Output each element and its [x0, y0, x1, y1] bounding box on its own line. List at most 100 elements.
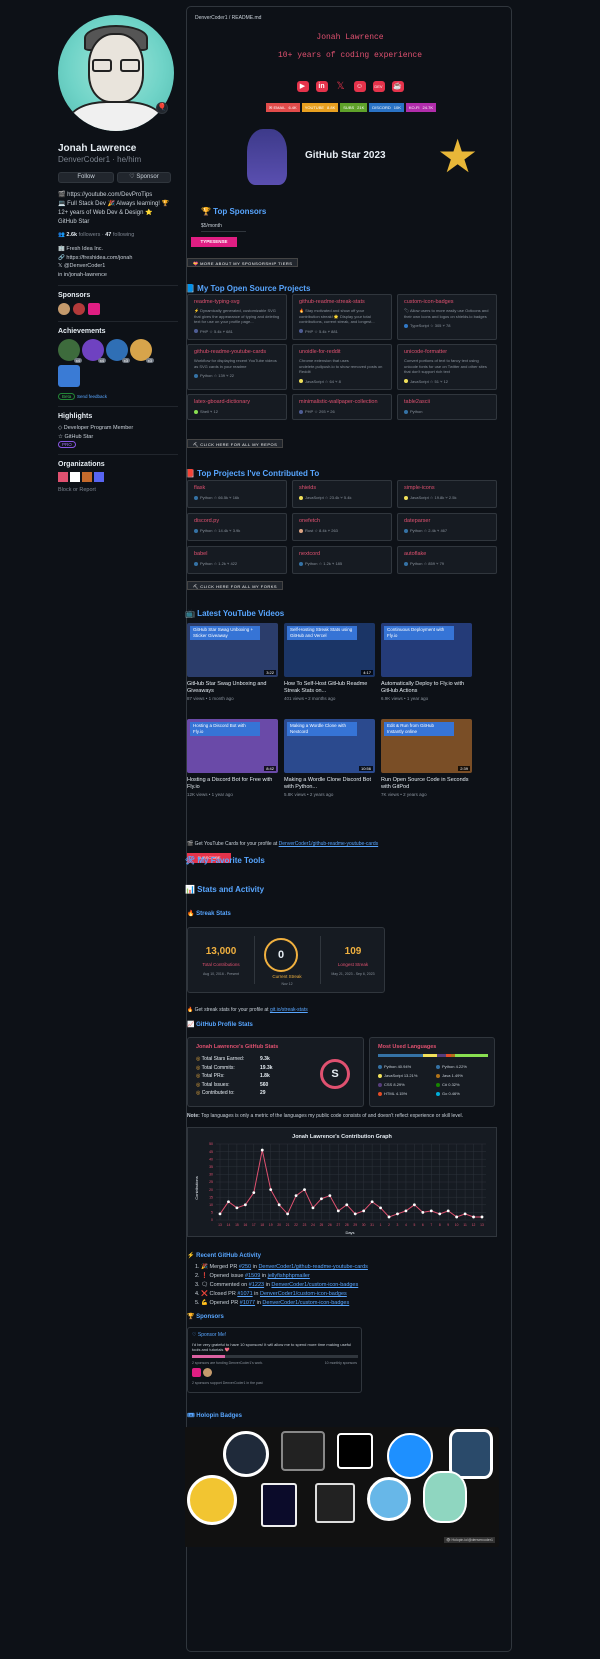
follow-button[interactable]: Follow: [58, 172, 114, 183]
youtube-video-card[interactable]: Making a Wordle Clone with Nextcord 10:56…: [284, 719, 375, 797]
repo-name[interactable]: table2ascii: [404, 399, 490, 405]
repo-name[interactable]: custom-icon-badges: [404, 299, 490, 305]
video-title[interactable]: Automatically Deploy to Fly.io with GitH…: [381, 681, 472, 695]
activity-ref-link[interactable]: #1223: [249, 1282, 264, 1288]
repo-name[interactable]: minimalistic-wallpaper-collection: [299, 399, 385, 405]
shield-badge[interactable]: KO-FI 24.7K: [405, 103, 436, 112]
repo-card[interactable]: table2ascii Python: [397, 394, 497, 420]
video-title[interactable]: Making a Wordle Clone Discord Bot with P…: [284, 777, 375, 791]
holopin-board[interactable]: 👁 Holopin.io/@denvercoder1: [185, 1427, 499, 1547]
contributed-repo-card[interactable]: babel Python ☆ 1.2k ⑂ 422: [187, 546, 287, 574]
activity-ref-link[interactable]: #1077: [240, 1300, 255, 1306]
repo-name[interactable]: autoflake: [404, 551, 490, 557]
video-thumbnail[interactable]: Self-Hosting Streak Stats using GitHub a…: [284, 623, 375, 677]
repo-card[interactable]: github-readme-youtube-cards Workflow for …: [187, 344, 287, 390]
repo-card[interactable]: unoidle-for-reddit Chrome extension that …: [292, 344, 392, 390]
twitter[interactable]: 𝕏 @DenverCoder1: [58, 262, 178, 271]
repo-name[interactable]: simple-icons: [404, 485, 490, 491]
sponsor-avatar[interactable]: [73, 303, 85, 315]
shield-badge[interactable]: ✉ EMAIL 6.4K: [265, 103, 300, 112]
video-thumbnail[interactable]: Hosting a Discord Bot with Fly.io 8:42: [187, 719, 278, 773]
contributed-repo-card[interactable]: simple-icons JavaScript ☆ 19.8k ⑂ 2.5k: [397, 480, 497, 508]
sponsorship-tiers-button[interactable]: 💝 MORE ABOUT MY SPONSORSHIP TIERS: [187, 258, 299, 267]
contributed-repo-card[interactable]: discord.py Python ☆ 14.4k ⑂ 3.9k: [187, 513, 287, 541]
repo-name[interactable]: github-readme-streak-stats: [299, 299, 385, 305]
repo-name[interactable]: nextcord: [299, 551, 385, 557]
video-thumbnail[interactable]: Continuous Deployment with Fly.io: [381, 623, 472, 677]
achievement-badge[interactable]: [58, 365, 80, 387]
contributed-repo-card[interactable]: flask Python ☆ 66.5k ⑂ 16k: [187, 480, 287, 508]
org-avatar[interactable]: [94, 472, 104, 482]
video-title[interactable]: Run Open Source Code in Seconds with Git…: [381, 777, 472, 791]
shield-badge[interactable]: YOUTUBE 8.8K: [301, 103, 339, 112]
video-title[interactable]: GitHub Star Swag Unboxing and Giveaways: [187, 681, 278, 695]
achievement-badge[interactable]: x4: [82, 339, 106, 363]
sponsor-button[interactable]: ♡ Sponsor: [117, 172, 171, 183]
status-badge[interactable]: 🎈: [156, 102, 168, 114]
favorite-tools-heading[interactable]: 🛠 My Favorite Tools: [185, 855, 265, 865]
activity-repo-link[interactable]: DenverCoder1/github-readme-youtube-cards: [258, 1264, 367, 1270]
streak-stats-link[interactable]: git.io/streak-stats: [270, 1007, 308, 1013]
sponsor-avatar[interactable]: [203, 1368, 212, 1377]
activity-repo-link[interactable]: jellyfishphpmailer: [268, 1273, 310, 1279]
achievement-badge[interactable]: x3: [130, 339, 154, 363]
repo-name[interactable]: dateparser: [404, 518, 490, 524]
activity-repo-link[interactable]: DenverCoder1/custom-icon-badges: [260, 1291, 347, 1297]
activity-ref-link[interactable]: #250: [239, 1264, 251, 1270]
following-label[interactable]: following: [113, 232, 134, 238]
send-feedback-link[interactable]: Send feedback: [77, 394, 107, 399]
typesense-avatar[interactable]: [88, 303, 100, 315]
video-thumbnail[interactable]: GitHub Star Swag Unboxing + Sticker Give…: [187, 623, 278, 677]
twitter-link[interactable]: @DenverCoder1: [64, 263, 105, 269]
contributed-repo-card[interactable]: shields JavaScript ☆ 23.4k ⑂ 5.4k: [292, 480, 392, 508]
repo-name[interactable]: discord.py: [194, 518, 280, 524]
sponsor-avatar[interactable]: [192, 1368, 201, 1377]
block-report-link[interactable]: Block or Report: [58, 487, 178, 493]
org-avatar[interactable]: [58, 472, 68, 482]
dev-icon[interactable]: DEV: [372, 81, 385, 92]
repo-card[interactable]: latex-gboard-dictionary Shell ⑂ 12: [187, 394, 287, 420]
activity-repo-link[interactable]: DenverCoder1/custom-icon-badges: [262, 1300, 349, 1306]
contributed-repo-card[interactable]: nextcord Python ☆ 1.2k ⑂ 185: [292, 546, 392, 574]
youtube-video-card[interactable]: Edit & Run from GitHub Instantly online 2…: [381, 719, 472, 797]
repo-name[interactable]: unicode-formatter: [404, 349, 490, 355]
sponsor-avatar[interactable]: [58, 303, 70, 315]
youtube-cards-link[interactable]: DenverCoder1/github-readme-youtube-cards: [279, 841, 379, 847]
youtube-video-card[interactable]: Hosting a Discord Bot with Fly.io 8:42 Hos…: [187, 719, 278, 797]
repo-name[interactable]: readme-typing-svg: [194, 299, 280, 305]
repo-card[interactable]: minimalistic-wallpaper-collection PHP ☆ 2…: [292, 394, 392, 420]
contributed-repo-card[interactable]: dateparser Python ☆ 2.4k ⑂ 467: [397, 513, 497, 541]
repo-name[interactable]: unoidle-for-reddit: [299, 349, 385, 355]
video-title[interactable]: Hosting a Discord Bot for Free with Fly.…: [187, 777, 278, 791]
repo-name[interactable]: flask: [194, 485, 280, 491]
youtube-video-card[interactable]: Continuous Deployment with Fly.io Automat…: [381, 623, 472, 701]
sponsor-me-link[interactable]: ♡ Sponsor Me!: [192, 1332, 226, 1338]
following-count[interactable]: 47: [105, 232, 111, 238]
repo-card[interactable]: custom-icon-badges 🏷 Allow users to more …: [397, 294, 497, 340]
followers-count[interactable]: 2.6k: [66, 232, 77, 238]
repo-card[interactable]: unicode-formatter Convert portions of tex…: [397, 344, 497, 390]
discord-icon[interactable]: ☺: [353, 81, 366, 92]
repo-card[interactable]: github-readme-streak-stats 🔥 Stay motivat…: [292, 294, 392, 340]
website-link[interactable]: https://freshidea.com/jonah: [66, 255, 132, 261]
repo-card[interactable]: readme-typing-svg ⚡ Dynamically generated…: [187, 294, 287, 340]
avatar[interactable]: [58, 15, 174, 131]
activity-ref-link[interactable]: #1071: [237, 1291, 252, 1297]
video-thumbnail[interactable]: Making a Wordle Clone with Nextcord 10:56: [284, 719, 375, 773]
holopin-footer[interactable]: 👁 Holopin.io/@denvercoder1: [444, 1537, 495, 1543]
followers-label[interactable]: followers: [79, 232, 101, 238]
typesense-sponsor[interactable]: TYPESENSE: [191, 237, 237, 247]
shield-badge[interactable]: SUBS 21K: [340, 103, 368, 112]
all-repos-button[interactable]: ⛏ CLICK HERE FOR ALL MY REPOS: [187, 439, 284, 448]
readme-breadcrumb[interactable]: DenverCoder1 / README.md: [195, 15, 503, 21]
linkedin-icon[interactable]: in: [315, 81, 328, 92]
achievement-badge[interactable]: x4: [58, 339, 82, 363]
repo-name[interactable]: shields: [299, 485, 385, 491]
achievement-badge[interactable]: x3: [106, 339, 130, 363]
youtube-icon[interactable]: ▶: [296, 81, 309, 92]
youtube-video-card[interactable]: GitHub Star Swag Unboxing + Sticker Give…: [187, 623, 278, 701]
activity-repo-link[interactable]: DenverCoder1/custom-icon-badges: [271, 1282, 358, 1288]
all-forks-button[interactable]: ⛏ CLICK HERE FOR ALL MY FORKS: [187, 581, 284, 590]
repo-name[interactable]: onefetch: [299, 518, 385, 524]
activity-ref-link[interactable]: #1509: [245, 1273, 260, 1279]
